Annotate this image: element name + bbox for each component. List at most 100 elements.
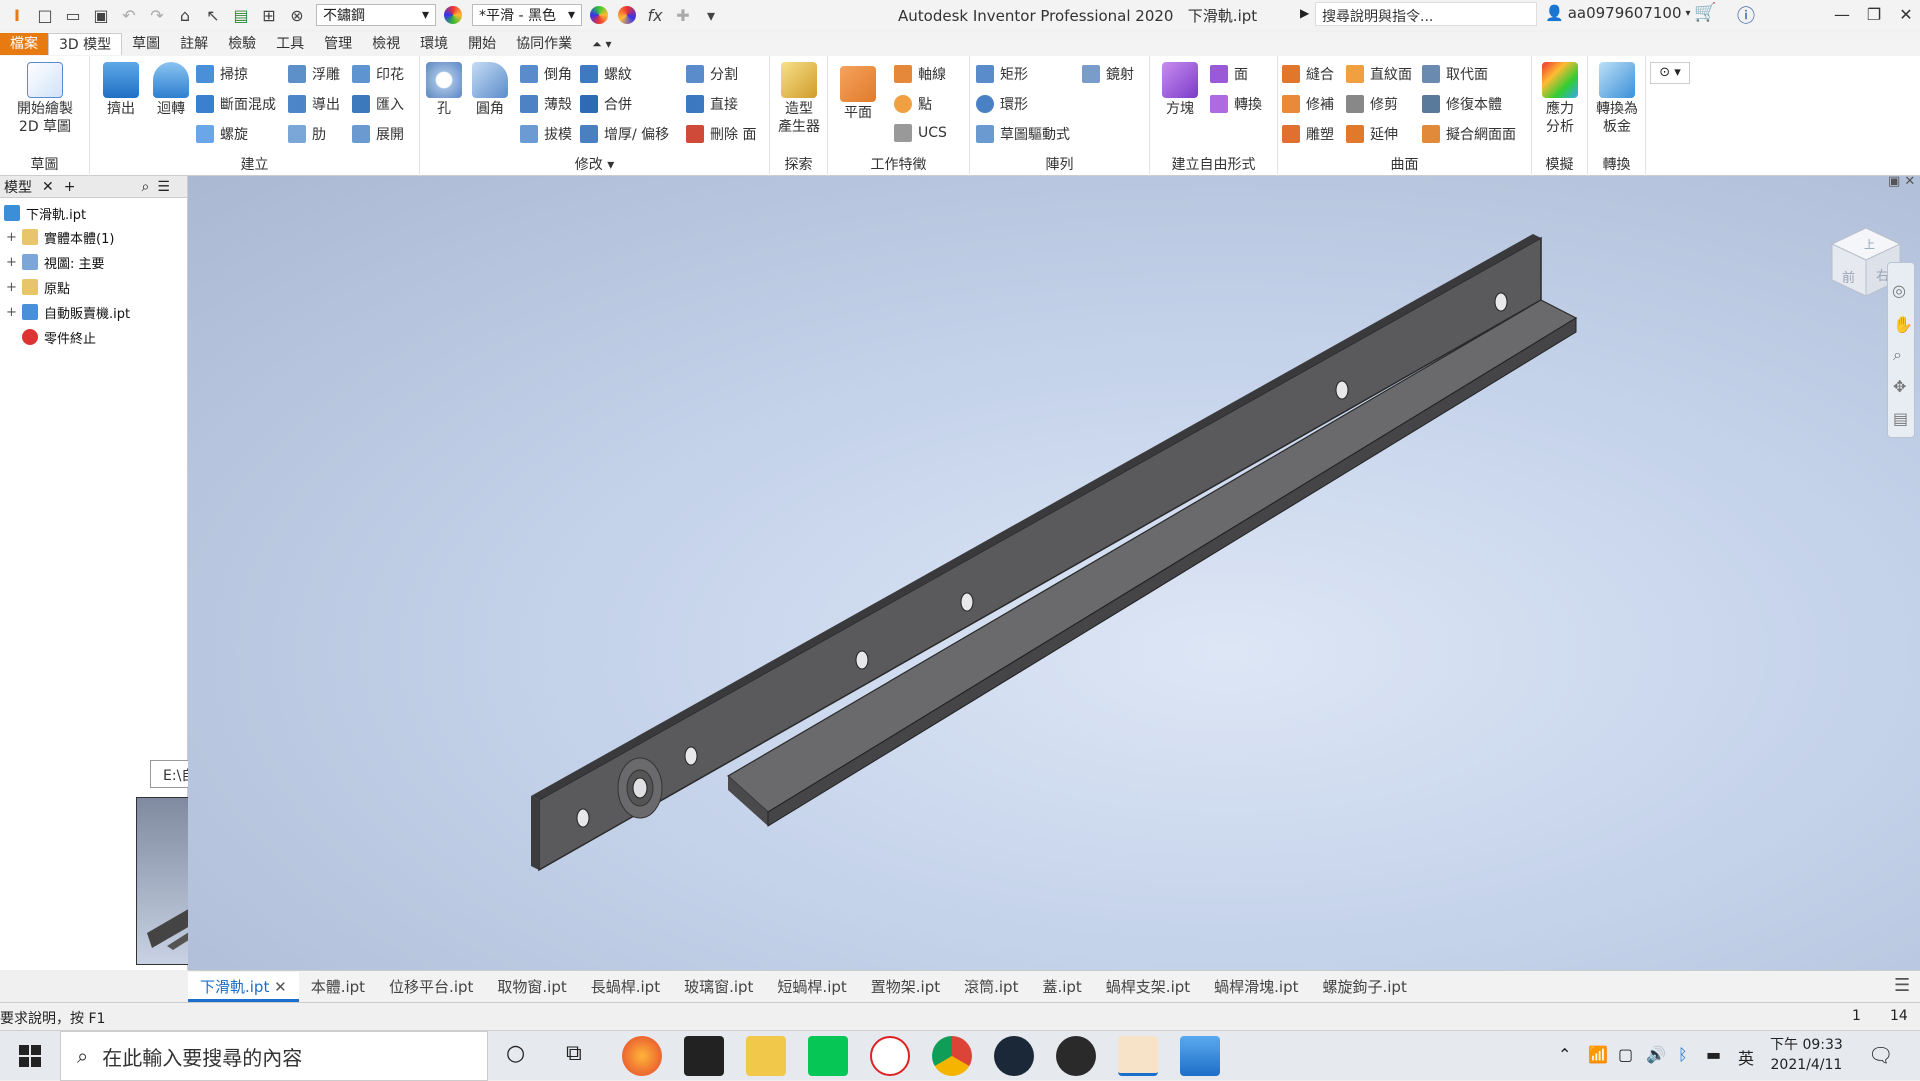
extrude-button[interactable]: 擠出 bbox=[96, 62, 146, 118]
line-icon[interactable] bbox=[808, 1036, 848, 1076]
hole-button[interactable]: 孔 bbox=[422, 62, 466, 118]
group-modify-label[interactable]: 修改 ▾ bbox=[420, 154, 769, 174]
rect-pattern-button[interactable]: 矩形 bbox=[976, 64, 1028, 84]
doc-tab[interactable]: 螺旋鉤子.ipt bbox=[1310, 972, 1418, 1002]
window-split-icon[interactable]: ▣ ✕ bbox=[1888, 176, 1915, 189]
ribbon-options-button[interactable]: ⊙ ▾ bbox=[1650, 62, 1690, 84]
stress-analysis-button[interactable]: 應力 分析 bbox=[1536, 62, 1584, 136]
tab-sketch[interactable]: 草圖 bbox=[122, 33, 170, 55]
network-icon[interactable]: 📶 bbox=[1588, 1045, 1608, 1064]
tab-manage[interactable]: 管理 bbox=[314, 33, 362, 55]
doc-tab[interactable]: 蓋.ipt bbox=[1030, 972, 1093, 1002]
orbit-icon[interactable]: ✥ bbox=[1893, 377, 1906, 396]
delete-face-button[interactable]: 刪除 面 bbox=[686, 124, 756, 144]
input-language[interactable]: 英 bbox=[1738, 1045, 1754, 1069]
tab-inspect[interactable]: 檢驗 bbox=[218, 33, 266, 55]
chamfer-button[interactable]: 倒角 bbox=[520, 64, 572, 84]
import-button[interactable]: 匯入 bbox=[352, 94, 404, 114]
thread-button[interactable]: 螺紋 bbox=[580, 64, 632, 84]
pan-icon[interactable]: ✋ bbox=[1893, 315, 1913, 334]
doc-tab[interactable]: 取物窗.ipt bbox=[485, 972, 578, 1002]
doc-tabs-menu-icon[interactable]: ☰ bbox=[1894, 975, 1910, 996]
select-icon[interactable]: ↖ bbox=[202, 4, 224, 26]
help-icon[interactable]: ⓘ bbox=[1737, 2, 1755, 28]
add-icon[interactable]: + bbox=[64, 179, 76, 195]
tree-item-derived-part[interactable]: + 自動販賣機.ipt bbox=[6, 301, 130, 323]
tree-item-origin[interactable]: + 原點 bbox=[6, 276, 70, 298]
stitch-button[interactable]: 縫合 bbox=[1282, 64, 1334, 84]
circ-pattern-button[interactable]: 環形 bbox=[976, 94, 1028, 114]
expand-icon[interactable]: + bbox=[6, 255, 18, 270]
revolve-button[interactable]: 迴轉 bbox=[146, 62, 196, 118]
photos-icon[interactable] bbox=[1180, 1036, 1220, 1076]
look-at-icon[interactable]: ▤ bbox=[1893, 409, 1908, 428]
combine-button[interactable]: 合併 bbox=[580, 94, 632, 114]
doc-tab-active[interactable]: 下滑軌.ipt ✕ bbox=[188, 971, 299, 1002]
fillet-button[interactable]: 圓角 bbox=[468, 62, 512, 118]
material-icon[interactable]: ⊗ bbox=[286, 4, 308, 26]
ruled-surface-button[interactable]: 直紋面 bbox=[1346, 64, 1412, 84]
emboss-button[interactable]: 浮雕 bbox=[288, 64, 340, 84]
tree-item-view[interactable]: + 視圖: 主要 bbox=[6, 251, 105, 273]
convert-sheet-metal-button[interactable]: 轉換為 板金 bbox=[1590, 62, 1644, 136]
expand-icon[interactable]: + bbox=[6, 280, 18, 295]
box-button[interactable]: 方塊 bbox=[1156, 62, 1204, 118]
sweep-button[interactable]: 掃掠 bbox=[196, 64, 248, 84]
parameters-icon[interactable]: fx bbox=[644, 4, 666, 26]
close-button[interactable]: ✕ bbox=[1891, 2, 1920, 26]
tab-tools[interactable]: 工具 bbox=[266, 33, 314, 55]
adjust-appearance-icon[interactable] bbox=[588, 4, 610, 26]
steering-wheel-icon[interactable]: ◎ bbox=[1892, 281, 1906, 300]
app-dark-icon[interactable] bbox=[1056, 1036, 1096, 1076]
clock[interactable]: 下午 09:33 2021/4/11 bbox=[1770, 1035, 1843, 1075]
rib-button[interactable]: 肋 bbox=[288, 124, 326, 144]
tree-item-root[interactable]: 下滑軌.ipt bbox=[4, 202, 86, 224]
point-button[interactable]: 點 bbox=[894, 94, 932, 114]
ribbon-display-toggle[interactable]: ⏶ ▾ bbox=[582, 33, 621, 55]
app-red-icon[interactable] bbox=[870, 1036, 910, 1076]
menu-icon[interactable]: ☰ bbox=[157, 179, 170, 195]
open-icon[interactable]: ▭ bbox=[62, 4, 84, 26]
doc-tab[interactable]: 位移平台.ipt bbox=[377, 972, 485, 1002]
replace-face-button[interactable]: 取代面 bbox=[1422, 64, 1488, 84]
chrome-icon[interactable] bbox=[932, 1036, 972, 1076]
inventor-icon[interactable] bbox=[1118, 1036, 1158, 1076]
tab-view[interactable]: 檢視 bbox=[362, 33, 410, 55]
notion-icon[interactable] bbox=[684, 1036, 724, 1076]
ucs-button[interactable]: UCS bbox=[894, 124, 947, 142]
device-icon[interactable]: ▢ bbox=[1618, 1045, 1633, 1064]
doc-tab[interactable]: 置物架.ipt bbox=[859, 972, 952, 1002]
taskbar-search-input[interactable]: ⌕ 在此輸入要搜尋的內容 bbox=[60, 1031, 488, 1081]
cart-icon[interactable]: 🛒 bbox=[1694, 2, 1716, 23]
battery-icon[interactable]: ▬ bbox=[1706, 1045, 1721, 1064]
task-view-icon[interactable]: ⧉ bbox=[566, 1041, 582, 1066]
appearance-ball-icon[interactable] bbox=[442, 4, 464, 26]
extend-button[interactable]: 延伸 bbox=[1346, 124, 1398, 144]
close-icon[interactable]: ✕ bbox=[42, 179, 54, 195]
search-icon[interactable]: ⌕ bbox=[141, 179, 149, 195]
bluetooth-icon[interactable]: ᛒ bbox=[1678, 1045, 1688, 1064]
repair-bodies-button[interactable]: 修復本體 bbox=[1422, 94, 1502, 114]
plane-button[interactable]: 平面 bbox=[834, 66, 882, 122]
mirror-button[interactable]: 鏡射 bbox=[1082, 64, 1134, 84]
volume-icon[interactable]: 🔊 bbox=[1646, 1045, 1666, 1064]
thicken-button[interactable]: 增厚/ 偏移 bbox=[580, 124, 669, 144]
user-account[interactable]: 👤 aa0979607100 ▾ bbox=[1545, 4, 1691, 22]
tree-item-solid-bodies[interactable]: + 實體本體(1) bbox=[6, 226, 114, 248]
direct-button[interactable]: 直接 bbox=[686, 94, 738, 114]
split-button[interactable]: 分割 bbox=[686, 64, 738, 84]
coil-button[interactable]: 螺旋 bbox=[196, 124, 248, 144]
tab-get-started[interactable]: 開始 bbox=[458, 33, 506, 55]
new-icon[interactable]: □ bbox=[34, 4, 56, 26]
unwrap-button[interactable]: 展開 bbox=[352, 124, 404, 144]
cortana-icon[interactable]: ○ bbox=[506, 1041, 525, 1066]
tree-item-end-of-part[interactable]: 零件終止 bbox=[22, 326, 96, 348]
close-icon[interactable]: ✕ bbox=[274, 978, 287, 996]
start-sketch-button[interactable]: 開始繪製 2D 草圖 bbox=[10, 62, 80, 136]
notifications-icon[interactable]: 🗨 bbox=[1868, 1043, 1893, 1067]
expand-icon[interactable]: + bbox=[6, 305, 18, 320]
shape-generator-button[interactable]: 造型 產生器 bbox=[774, 62, 824, 136]
patch-button[interactable]: 修補 bbox=[1282, 94, 1334, 114]
update-icon[interactable]: ▤ bbox=[230, 4, 252, 26]
doc-tab[interactable]: 蝸桿滑塊.ipt bbox=[1202, 972, 1310, 1002]
